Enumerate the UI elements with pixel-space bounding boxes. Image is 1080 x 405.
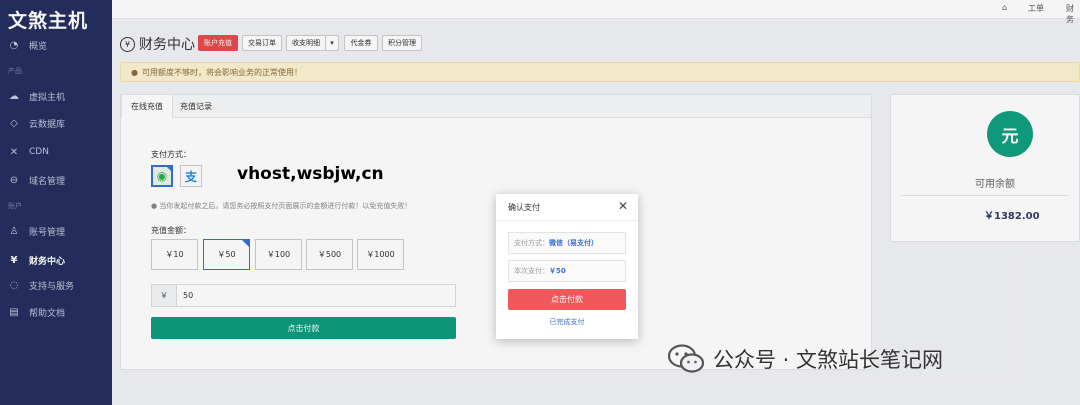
modal-pay-method: 支付方式： 微信（易支付） xyxy=(508,232,626,254)
modal-pay-button[interactable]: 点击付款 xyxy=(508,289,626,310)
wechat-logo-icon xyxy=(667,344,705,373)
modal-title: 确认支付 xyxy=(508,203,540,212)
watermark-text: 公众号 · 文煞站长笔记网 xyxy=(713,348,944,372)
overlay-watermark-text: vhost,wsbjw,cn xyxy=(237,164,384,184)
pay-amount-key: 本次支付： xyxy=(514,267,549,275)
payment-done-link[interactable]: 已完成支付 xyxy=(496,317,638,327)
close-icon[interactable]: ✕ xyxy=(618,199,628,213)
modal-header: 确认支付 ✕ xyxy=(496,194,638,221)
confirm-payment-modal: 确认支付 ✕ 支付方式： 微信（易支付） 本次支付： ￥50 点击付款 已完成支… xyxy=(496,194,638,339)
modal-pay-amount: 本次支付： ￥50 xyxy=(508,260,626,282)
pay-method-value: 微信（易支付） xyxy=(549,239,598,247)
wechat-watermark: 公众号 · 文煞站长笔记网 xyxy=(667,343,943,375)
pay-method-key: 支付方式： xyxy=(514,239,549,247)
pay-amount-value: ￥50 xyxy=(549,267,566,275)
